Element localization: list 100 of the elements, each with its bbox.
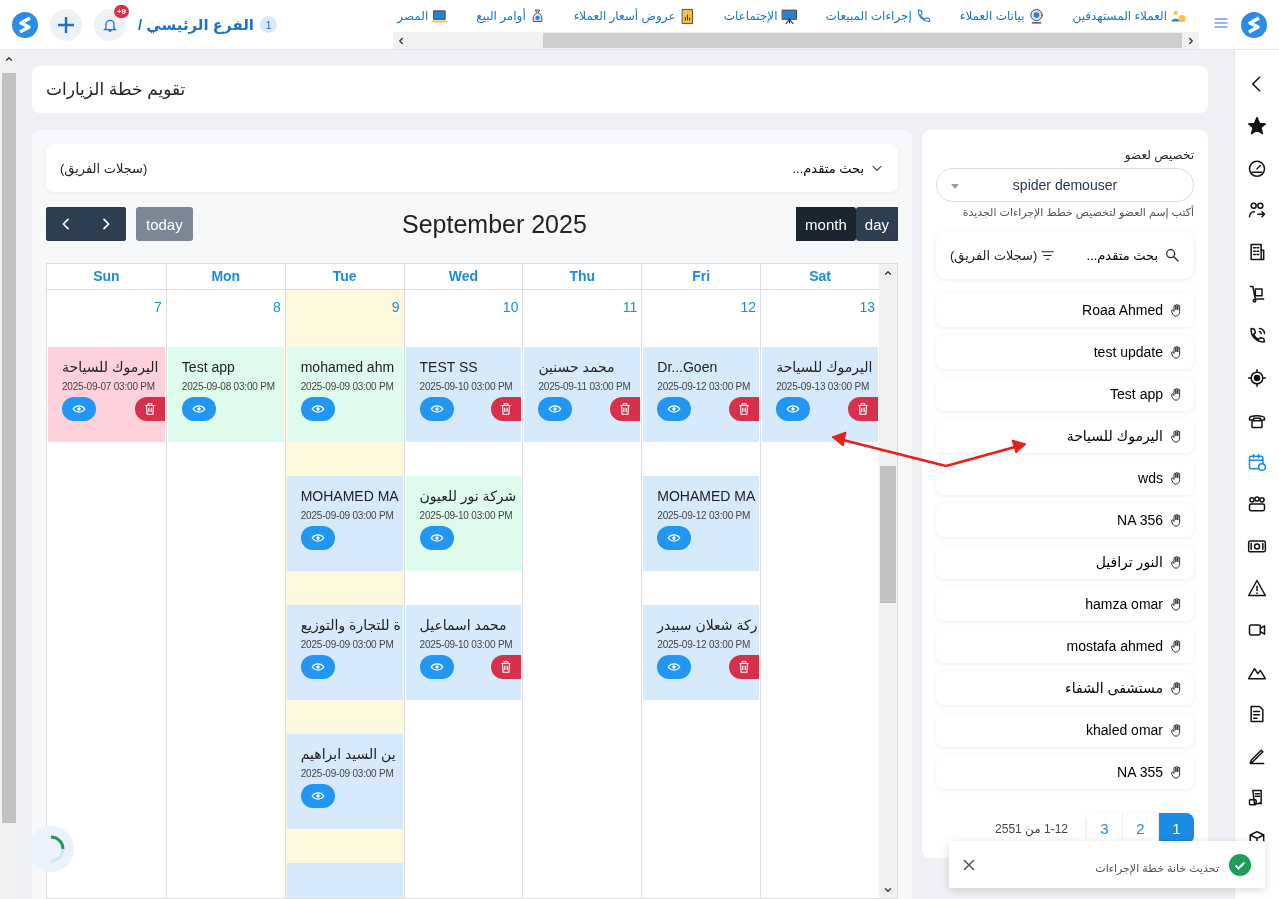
day-number[interactable]: 11: [618, 290, 642, 347]
eye-icon: [429, 660, 444, 674]
day-number[interactable]: 7: [150, 290, 166, 347]
scrollbar-thumb[interactable]: [2, 73, 16, 823]
calendar-event[interactable]: MOHAMED MA 2025-09-12 03:00 PM: [643, 476, 760, 571]
advanced-search-toggle[interactable]: بحث متقدم...: [792, 160, 884, 176]
member-item[interactable]: مستشفى الشفاء: [936, 671, 1194, 705]
scope-label: (سجلات الفريق): [60, 160, 148, 176]
calendar-event[interactable]: TEST SS 2025-09-10 03:00 PM: [405, 347, 522, 442]
eye-icon: [191, 402, 206, 416]
phone-icon[interactable]: [1247, 326, 1267, 346]
calendar-event[interactable]: Test app 2025-09-08 03:00 PM: [167, 347, 284, 442]
scope-label: (سجلات الفريق): [950, 247, 1038, 263]
calendar-event[interactable]: Dr...Goen 2025-09-12 03:00 PM: [643, 347, 760, 442]
star-icon[interactable]: [1247, 116, 1267, 136]
calendar-icon[interactable]: [1247, 452, 1267, 472]
view-button[interactable]: [181, 397, 216, 421]
member-item[interactable]: اليرموك للسياحة: [936, 419, 1194, 453]
delete-button[interactable]: [491, 655, 522, 679]
toast-message: تحديث خانة خطة الإجراءات: [1095, 862, 1219, 875]
field-label: تخصيص لعضو: [1123, 148, 1194, 162]
presentation-board-icon: [780, 7, 798, 25]
view-tab[interactable]: day: [855, 207, 898, 241]
day-number[interactable]: 10: [498, 290, 523, 347]
gauge-icon[interactable]: [1247, 158, 1267, 178]
calendar-event[interactable]: MOHAMED MA 2025-09-09 03:00 PM: [286, 476, 403, 571]
delete-button[interactable]: [729, 397, 760, 421]
notifications-button[interactable]: +9: [94, 8, 126, 41]
success-icon: [1229, 853, 1251, 876]
member-item[interactable]: NA 355: [936, 755, 1194, 789]
view-tab[interactable]: month: [796, 207, 856, 241]
member-item[interactable]: النور ترافيل: [936, 545, 1194, 579]
dolly-icon[interactable]: [1247, 284, 1267, 304]
member-select[interactable]: spider demouser: [936, 168, 1194, 202]
close-icon: [963, 858, 975, 871]
trash-icon: [737, 402, 752, 416]
eye-icon: [310, 660, 325, 674]
app-logo[interactable]: [12, 11, 38, 38]
add-button[interactable]: [50, 8, 82, 41]
eye-icon: [667, 660, 682, 674]
calendar-event[interactable]: mohamed ahm 2025-09-09 03:00 PM: [286, 347, 403, 442]
view-button[interactable]: [62, 397, 96, 421]
member-item[interactable]: mostafa ahmed: [936, 629, 1194, 663]
nav-link[interactable]: إجراءات المبيعات: [825, 7, 932, 25]
event-title: شركة نور للعيون: [419, 488, 517, 504]
app-logo[interactable]: [1241, 11, 1267, 38]
view-button[interactable]: [300, 784, 335, 808]
member-item[interactable]: wds: [936, 461, 1194, 495]
day-number[interactable]: 12: [736, 290, 761, 347]
member-item[interactable]: Roaa Ahmed: [936, 293, 1194, 327]
day-number[interactable]: 13: [855, 290, 879, 347]
view-button[interactable]: [657, 526, 692, 550]
event-time: 2025-09-10 03:00 PM: [419, 510, 513, 521]
nav-link[interactable]: بيانات العملاء: [959, 7, 1045, 25]
member-item[interactable]: Test app: [936, 377, 1194, 411]
view-button[interactable]: [776, 397, 811, 421]
member-item[interactable]: khaled omar: [936, 713, 1194, 747]
event-title: اليرموك للسياحة: [776, 359, 873, 375]
day-number[interactable]: 8: [268, 290, 285, 347]
warning-icon[interactable]: [1247, 578, 1267, 598]
calendar-title: September 2025: [401, 209, 587, 239]
nav-link[interactable]: أوامر البيع: [476, 7, 546, 25]
delete-button[interactable]: [491, 397, 522, 421]
view-button[interactable]: [419, 397, 454, 421]
view-button[interactable]: [300, 526, 335, 550]
nav-link[interactable]: العملاء المستهدفين: [1072, 7, 1187, 25]
view-button[interactable]: [657, 397, 692, 421]
nav-link[interactable]: المصر: [397, 7, 449, 25]
event-title: Dr...Goen: [657, 359, 718, 375]
event-title: ين السيد ابراهيم: [300, 746, 396, 762]
delete-button[interactable]: [729, 655, 760, 679]
view-button[interactable]: [657, 655, 692, 679]
document-icon[interactable]: [1247, 704, 1267, 724]
advanced-search-toggle[interactable]: بحث متقدم...: [1086, 247, 1180, 263]
scrollbar-thumb[interactable]: [542, 33, 1183, 48]
member-item[interactable]: hamza omar: [936, 587, 1194, 621]
member-item[interactable]: NA 356: [936, 503, 1194, 537]
delete-button[interactable]: [610, 397, 641, 421]
view-button[interactable]: [300, 655, 335, 679]
close-button[interactable]: [963, 858, 975, 871]
weekday-header: Wed: [448, 268, 479, 284]
pen-icon[interactable]: [1247, 746, 1267, 766]
delete-button[interactable]: [848, 397, 878, 421]
branch-name[interactable]: الفرع الرئيسي /: [138, 15, 254, 34]
building-icon[interactable]: [1247, 242, 1267, 262]
weekday-header: Tue: [332, 268, 357, 284]
users-icon[interactable]: [1247, 200, 1267, 220]
member-item[interactable]: test update: [936, 335, 1194, 369]
target-icon[interactable]: [1247, 368, 1267, 388]
scrollbar-thumb[interactable]: [880, 466, 896, 603]
nav-link[interactable]: الإجتماعات: [723, 7, 798, 25]
view-button[interactable]: [419, 526, 454, 550]
view-button[interactable]: [300, 397, 335, 421]
delete-button[interactable]: [134, 397, 165, 421]
view-button[interactable]: [419, 655, 454, 679]
eye-icon: [667, 531, 682, 545]
view-button[interactable]: [538, 397, 573, 421]
eye-icon: [310, 531, 325, 545]
group-icon[interactable]: [1247, 494, 1267, 514]
nav-link[interactable]: عروض أسعار العملاء: [573, 7, 696, 25]
